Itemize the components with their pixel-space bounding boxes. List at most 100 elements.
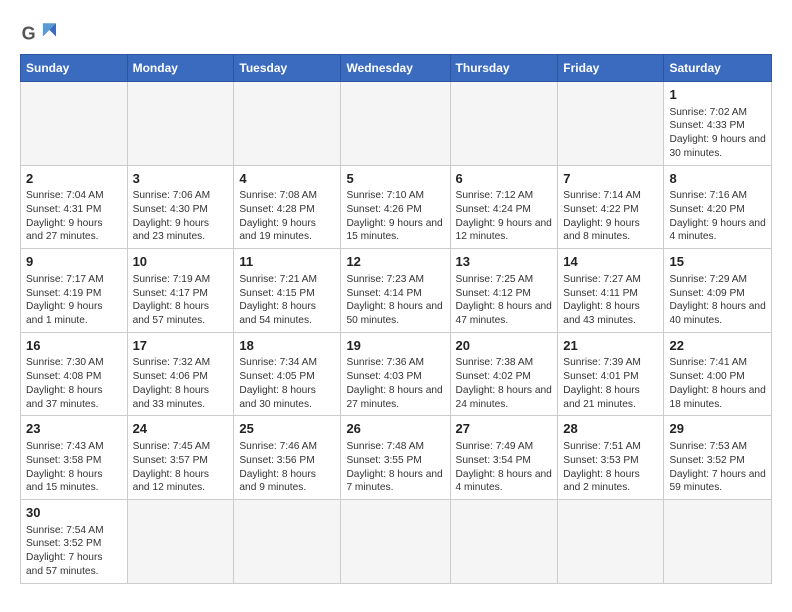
- calendar-day-cell: 13Sunrise: 7:25 AM Sunset: 4:12 PM Dayli…: [450, 249, 558, 333]
- day-info: Sunrise: 7:27 AM Sunset: 4:11 PM Dayligh…: [563, 273, 658, 328]
- weekday-header-row: SundayMondayTuesdayWednesdayThursdayFrid…: [21, 55, 772, 82]
- header: G: [20, 16, 772, 48]
- day-number: 9: [26, 253, 122, 271]
- calendar-day-cell: [21, 82, 128, 166]
- calendar-day-cell: 22Sunrise: 7:41 AM Sunset: 4:00 PM Dayli…: [664, 332, 772, 416]
- calendar-day-cell: 15Sunrise: 7:29 AM Sunset: 4:09 PM Dayli…: [664, 249, 772, 333]
- day-info: Sunrise: 7:06 AM Sunset: 4:30 PM Dayligh…: [133, 189, 229, 244]
- calendar: SundayMondayTuesdayWednesdayThursdayFrid…: [20, 54, 772, 584]
- day-info: Sunrise: 7:34 AM Sunset: 4:05 PM Dayligh…: [239, 356, 335, 411]
- day-number: 4: [239, 170, 335, 188]
- calendar-day-cell: 16Sunrise: 7:30 AM Sunset: 4:08 PM Dayli…: [21, 332, 128, 416]
- calendar-day-cell: 25Sunrise: 7:46 AM Sunset: 3:56 PM Dayli…: [234, 416, 341, 500]
- day-number: 20: [456, 337, 553, 355]
- calendar-day-cell: 9 Sunrise: 7:17 AM Sunset: 4:19 PM Daylig…: [21, 249, 128, 333]
- calendar-day-cell: 8Sunrise: 7:16 AM Sunset: 4:20 PM Daylig…: [664, 165, 772, 249]
- day-number: 28: [563, 420, 658, 438]
- day-info: Sunrise: 7:17 AM Sunset: 4:19 PM Dayligh…: [26, 273, 122, 328]
- weekday-header-wednesday: Wednesday: [341, 55, 450, 82]
- calendar-day-cell: [341, 500, 450, 584]
- calendar-week-row: 30Sunrise: 7:54 AM Sunset: 3:52 PM Dayli…: [21, 500, 772, 584]
- day-info: Sunrise: 7:48 AM Sunset: 3:55 PM Dayligh…: [346, 440, 444, 495]
- day-info: Sunrise: 7:49 AM Sunset: 3:54 PM Dayligh…: [456, 440, 553, 495]
- day-number: 10: [133, 253, 229, 271]
- weekday-header-sunday: Sunday: [21, 55, 128, 82]
- day-number: 27: [456, 420, 553, 438]
- calendar-day-cell: 20Sunrise: 7:38 AM Sunset: 4:02 PM Dayli…: [450, 332, 558, 416]
- day-info: Sunrise: 7:41 AM Sunset: 4:00 PM Dayligh…: [669, 356, 766, 411]
- day-number: 2: [26, 170, 122, 188]
- day-number: 15: [669, 253, 766, 271]
- calendar-day-cell: 24 Sunrise: 7:45 AM Sunset: 3:57 PM Dayli…: [127, 416, 234, 500]
- logo: G: [20, 20, 60, 48]
- day-info: Sunrise: 7:12 AM Sunset: 4:24 PM Dayligh…: [456, 189, 553, 244]
- day-number: 29: [669, 420, 766, 438]
- day-number: 12: [346, 253, 444, 271]
- day-info: Sunrise: 7:53 AM Sunset: 3:52 PM Dayligh…: [669, 440, 766, 495]
- day-info: Sunrise: 7:38 AM Sunset: 4:02 PM Dayligh…: [456, 356, 553, 411]
- day-number: 18: [239, 337, 335, 355]
- day-info: Sunrise: 7:19 AM Sunset: 4:17 PM Dayligh…: [133, 273, 229, 328]
- day-info: Sunrise: 7:08 AM Sunset: 4:28 PM Dayligh…: [239, 189, 335, 244]
- day-number: 6: [456, 170, 553, 188]
- day-number: 11: [239, 253, 335, 271]
- weekday-header-friday: Friday: [558, 55, 664, 82]
- day-info: Sunrise: 7:21 AM Sunset: 4:15 PM Dayligh…: [239, 273, 335, 328]
- weekday-header-tuesday: Tuesday: [234, 55, 341, 82]
- calendar-day-cell: 5Sunrise: 7:10 AM Sunset: 4:26 PM Daylig…: [341, 165, 450, 249]
- day-info: Sunrise: 7:36 AM Sunset: 4:03 PM Dayligh…: [346, 356, 444, 411]
- calendar-day-cell: 10 Sunrise: 7:19 AM Sunset: 4:17 PM Dayli…: [127, 249, 234, 333]
- day-number: 14: [563, 253, 658, 271]
- calendar-day-cell: 7Sunrise: 7:14 AM Sunset: 4:22 PM Daylig…: [558, 165, 664, 249]
- calendar-day-cell: 29 Sunrise: 7:53 AM Sunset: 3:52 PM Dayli…: [664, 416, 772, 500]
- calendar-day-cell: [127, 82, 234, 166]
- day-info: Sunrise: 7:16 AM Sunset: 4:20 PM Dayligh…: [669, 189, 766, 244]
- day-info: Sunrise: 7:04 AM Sunset: 4:31 PM Dayligh…: [26, 189, 122, 244]
- calendar-day-cell: 19Sunrise: 7:36 AM Sunset: 4:03 PM Dayli…: [341, 332, 450, 416]
- calendar-day-cell: 1Sunrise: 7:02 AM Sunset: 4:33 PM Daylig…: [664, 82, 772, 166]
- calendar-day-cell: [234, 82, 341, 166]
- day-info: Sunrise: 7:46 AM Sunset: 3:56 PM Dayligh…: [239, 440, 335, 495]
- day-number: 24: [133, 420, 229, 438]
- calendar-week-row: 9 Sunrise: 7:17 AM Sunset: 4:19 PM Daylig…: [21, 249, 772, 333]
- day-info: Sunrise: 7:14 AM Sunset: 4:22 PM Dayligh…: [563, 189, 658, 244]
- day-number: 22: [669, 337, 766, 355]
- calendar-day-cell: [450, 500, 558, 584]
- weekday-header-monday: Monday: [127, 55, 234, 82]
- day-number: 8: [669, 170, 766, 188]
- calendar-day-cell: [234, 500, 341, 584]
- day-number: 7: [563, 170, 658, 188]
- calendar-week-row: 16Sunrise: 7:30 AM Sunset: 4:08 PM Dayli…: [21, 332, 772, 416]
- svg-text:G: G: [22, 24, 36, 44]
- calendar-day-cell: [127, 500, 234, 584]
- calendar-day-cell: 21Sunrise: 7:39 AM Sunset: 4:01 PM Dayli…: [558, 332, 664, 416]
- day-number: 30: [26, 504, 122, 522]
- day-number: 26: [346, 420, 444, 438]
- day-number: 13: [456, 253, 553, 271]
- page: G SundayMondayTuesdayWednesdayThursdayFr…: [0, 0, 792, 600]
- logo-icon: G: [20, 20, 56, 48]
- calendar-day-cell: 14 Sunrise: 7:27 AM Sunset: 4:11 PM Dayli…: [558, 249, 664, 333]
- day-number: 21: [563, 337, 658, 355]
- day-info: Sunrise: 7:45 AM Sunset: 3:57 PM Dayligh…: [133, 440, 229, 495]
- day-info: Sunrise: 7:43 AM Sunset: 3:58 PM Dayligh…: [26, 440, 122, 495]
- calendar-day-cell: 30Sunrise: 7:54 AM Sunset: 3:52 PM Dayli…: [21, 500, 128, 584]
- day-number: 19: [346, 337, 444, 355]
- day-info: Sunrise: 7:02 AM Sunset: 4:33 PM Dayligh…: [669, 106, 766, 161]
- calendar-day-cell: 11 Sunrise: 7:21 AM Sunset: 4:15 PM Dayli…: [234, 249, 341, 333]
- day-info: Sunrise: 7:30 AM Sunset: 4:08 PM Dayligh…: [26, 356, 122, 411]
- calendar-day-cell: 6Sunrise: 7:12 AM Sunset: 4:24 PM Daylig…: [450, 165, 558, 249]
- calendar-day-cell: 27 Sunrise: 7:49 AM Sunset: 3:54 PM Dayli…: [450, 416, 558, 500]
- day-info: Sunrise: 7:23 AM Sunset: 4:14 PM Dayligh…: [346, 273, 444, 328]
- calendar-week-row: 1Sunrise: 7:02 AM Sunset: 4:33 PM Daylig…: [21, 82, 772, 166]
- calendar-day-cell: [558, 82, 664, 166]
- calendar-day-cell: 18Sunrise: 7:34 AM Sunset: 4:05 PM Dayli…: [234, 332, 341, 416]
- calendar-body: 1Sunrise: 7:02 AM Sunset: 4:33 PM Daylig…: [21, 82, 772, 584]
- calendar-day-cell: [450, 82, 558, 166]
- calendar-header: SundayMondayTuesdayWednesdayThursdayFrid…: [21, 55, 772, 82]
- calendar-day-cell: 3Sunrise: 7:06 AM Sunset: 4:30 PM Daylig…: [127, 165, 234, 249]
- day-number: 23: [26, 420, 122, 438]
- calendar-day-cell: [558, 500, 664, 584]
- day-info: Sunrise: 7:32 AM Sunset: 4:06 PM Dayligh…: [133, 356, 229, 411]
- day-number: 3: [133, 170, 229, 188]
